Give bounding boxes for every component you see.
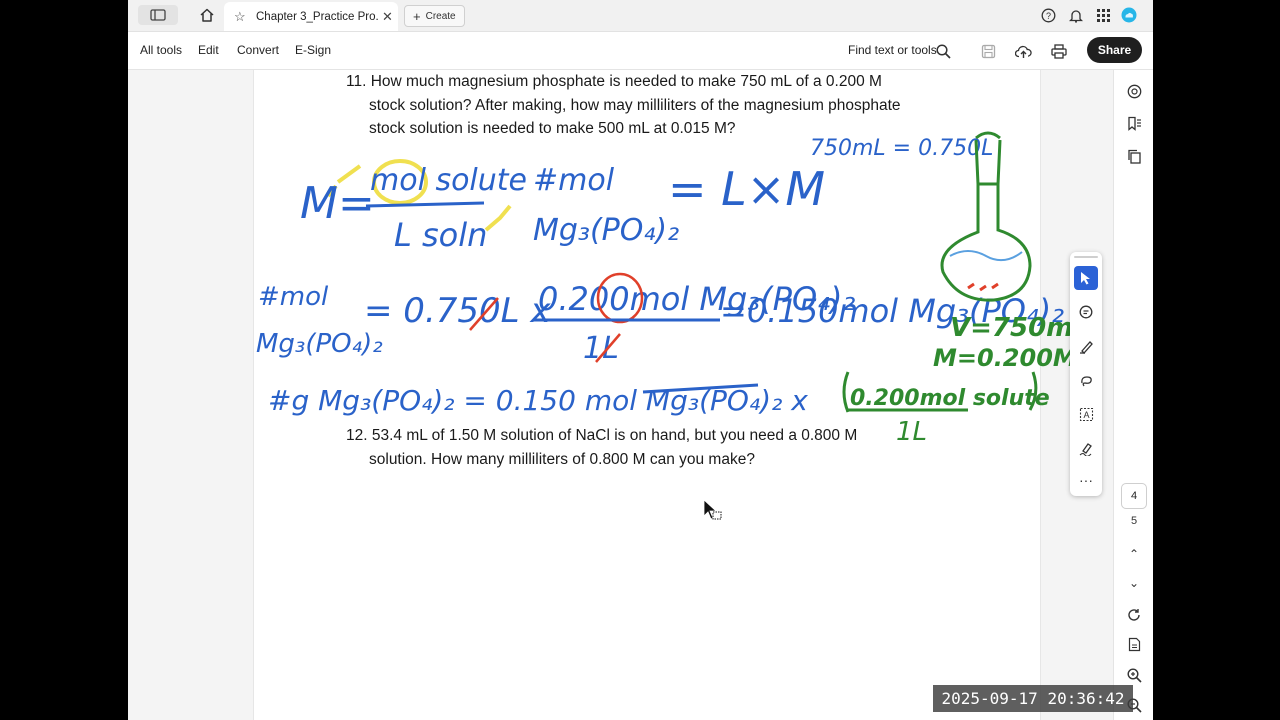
palette-drag-handle[interactable] — [1074, 256, 1098, 258]
text-box-icon[interactable]: A — [1074, 402, 1098, 426]
apps-icon[interactable] — [1095, 7, 1111, 23]
right-rail: ⌃ ⌄ — [1113, 70, 1153, 720]
tab-title: Chapter 3_Practice Pro... — [256, 10, 378, 23]
cloud-icon[interactable] — [1121, 7, 1137, 23]
upload-icon[interactable] — [1013, 41, 1033, 61]
ai-assistant-icon[interactable] — [1124, 81, 1144, 101]
pdf-page: 11. How much magnesium phosphate is need… — [253, 70, 1041, 720]
question-12-line-1: 12. 53.4 mL of 1.50 M solution of NaCl i… — [346, 427, 858, 444]
bookmark-icon[interactable] — [1124, 113, 1144, 133]
highlight-pen-icon[interactable] — [1074, 334, 1098, 358]
find-text-tools-label[interactable]: Find text or tools — [848, 43, 937, 57]
save-icon[interactable] — [978, 41, 998, 61]
select-pointer-icon[interactable] — [1074, 266, 1098, 290]
scroll-up-icon[interactable]: ⌃ — [1124, 544, 1144, 564]
star-icon[interactable]: ☆ — [234, 9, 248, 25]
tab-document[interactable]: ☆ Chapter 3_Practice Pro... ✕ — [224, 2, 398, 31]
next-page-number[interactable]: 5 — [1121, 515, 1147, 533]
question-11-line-3: stock solution is needed to make 500 mL … — [369, 120, 736, 138]
page-thumbnail-icon[interactable] — [1124, 634, 1144, 654]
toolbar: All tools Edit Convert E-Sign Find text … — [128, 32, 1153, 70]
question-11-line-1: 11. How much magnesium phosphate is need… — [346, 73, 882, 90]
svg-text:?: ? — [1045, 11, 1050, 21]
share-button[interactable]: Share — [1087, 37, 1142, 63]
zoom-in-icon[interactable] — [1124, 665, 1144, 685]
create-button[interactable]: + Create — [404, 5, 465, 27]
plus-icon: + — [413, 8, 421, 24]
search-icon[interactable] — [933, 41, 953, 61]
question-12-line-2: solution. How many milliliters of 0.800 … — [369, 451, 755, 468]
annotation-palette: A ··· — [1070, 252, 1102, 496]
document-viewer[interactable]: 11. How much magnesium phosphate is need… — [128, 70, 1113, 720]
freehand-draw-icon[interactable] — [1074, 368, 1098, 392]
print-icon[interactable] — [1049, 41, 1069, 61]
more-options-icon[interactable]: ··· — [1074, 468, 1098, 492]
menu-all-tools[interactable]: All tools — [140, 43, 182, 57]
scroll-down-icon[interactable]: ⌄ — [1124, 573, 1144, 593]
sign-icon[interactable] — [1074, 436, 1098, 460]
question-11-line-2: stock solution? After making, how may mi… — [369, 96, 901, 114]
sidebar-icon[interactable] — [138, 5, 178, 25]
menu-esign[interactable]: E-Sign — [295, 43, 331, 57]
timestamp-overlay: 2025-09-17 20:36:42 — [933, 685, 1133, 712]
menu-convert[interactable]: Convert — [237, 43, 279, 57]
current-page-number[interactable]: 4 — [1121, 483, 1147, 509]
close-icon[interactable]: ✕ — [382, 9, 393, 25]
refresh-icon[interactable] — [1124, 605, 1144, 625]
svg-text:A: A — [1083, 410, 1089, 420]
home-icon[interactable] — [196, 5, 218, 25]
menu-edit[interactable]: Edit — [198, 43, 219, 57]
bell-icon[interactable] — [1068, 7, 1084, 23]
help-icon[interactable]: ? — [1040, 7, 1056, 23]
acrobat-window: ☆ Chapter 3_Practice Pro... ✕ + Create ?… — [128, 0, 1153, 720]
copy-pages-icon[interactable] — [1124, 146, 1144, 166]
create-label: Create — [425, 10, 456, 22]
comment-icon[interactable] — [1074, 300, 1098, 324]
tab-bar: ☆ Chapter 3_Practice Pro... ✕ + Create ? — [128, 0, 1153, 32]
